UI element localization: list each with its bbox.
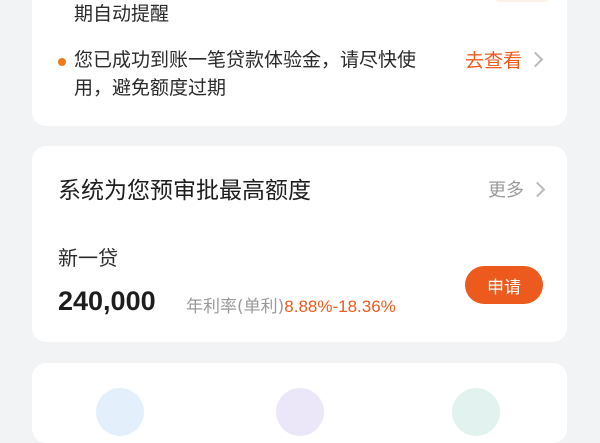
service-icon[interactable]: [452, 388, 500, 436]
service-card: [32, 363, 567, 443]
service-icon[interactable]: [96, 388, 144, 436]
view-link-label: 去查看: [464, 50, 522, 72]
more-link-label: 更多: [488, 180, 524, 201]
apply-button[interactable]: 申请: [465, 266, 543, 304]
interest-rate: 年利率(单利)8.88%-18.36%: [186, 292, 396, 317]
product-name: 新一贷: [58, 246, 118, 270]
rate-value: 8.88%-18.36%: [284, 297, 396, 316]
status-chip: [491, 0, 553, 2]
service-icon[interactable]: [276, 388, 324, 436]
credit-offer-card: 系统为您预审批最高额度 更多 新一贷 240,000 年利率(单利)8.88%-…: [32, 146, 567, 342]
credit-amount: 240,000: [58, 286, 156, 316]
view-link[interactable]: 去查看: [464, 46, 544, 73]
notice-card: 期自动提醒 您已成功到账一笔贷款体验金，请尽快使 用，避免额度过期 去查看: [32, 0, 567, 126]
rate-label: 年利率(单利): [186, 297, 285, 317]
chevron-right-icon: [529, 181, 546, 197]
more-link[interactable]: 更多: [488, 176, 546, 202]
bullet-dot-icon: [58, 58, 66, 66]
notice-message-line1: 您已成功到账一笔贷款体验金，请尽快使: [74, 49, 417, 71]
card-title: 系统为您预审批最高额度: [58, 178, 311, 204]
chevron-right-icon: [527, 51, 544, 68]
notice-reminder-text: 期自动提醒: [74, 3, 170, 25]
notice-message-line2: 用，避免额度过期: [74, 77, 227, 99]
